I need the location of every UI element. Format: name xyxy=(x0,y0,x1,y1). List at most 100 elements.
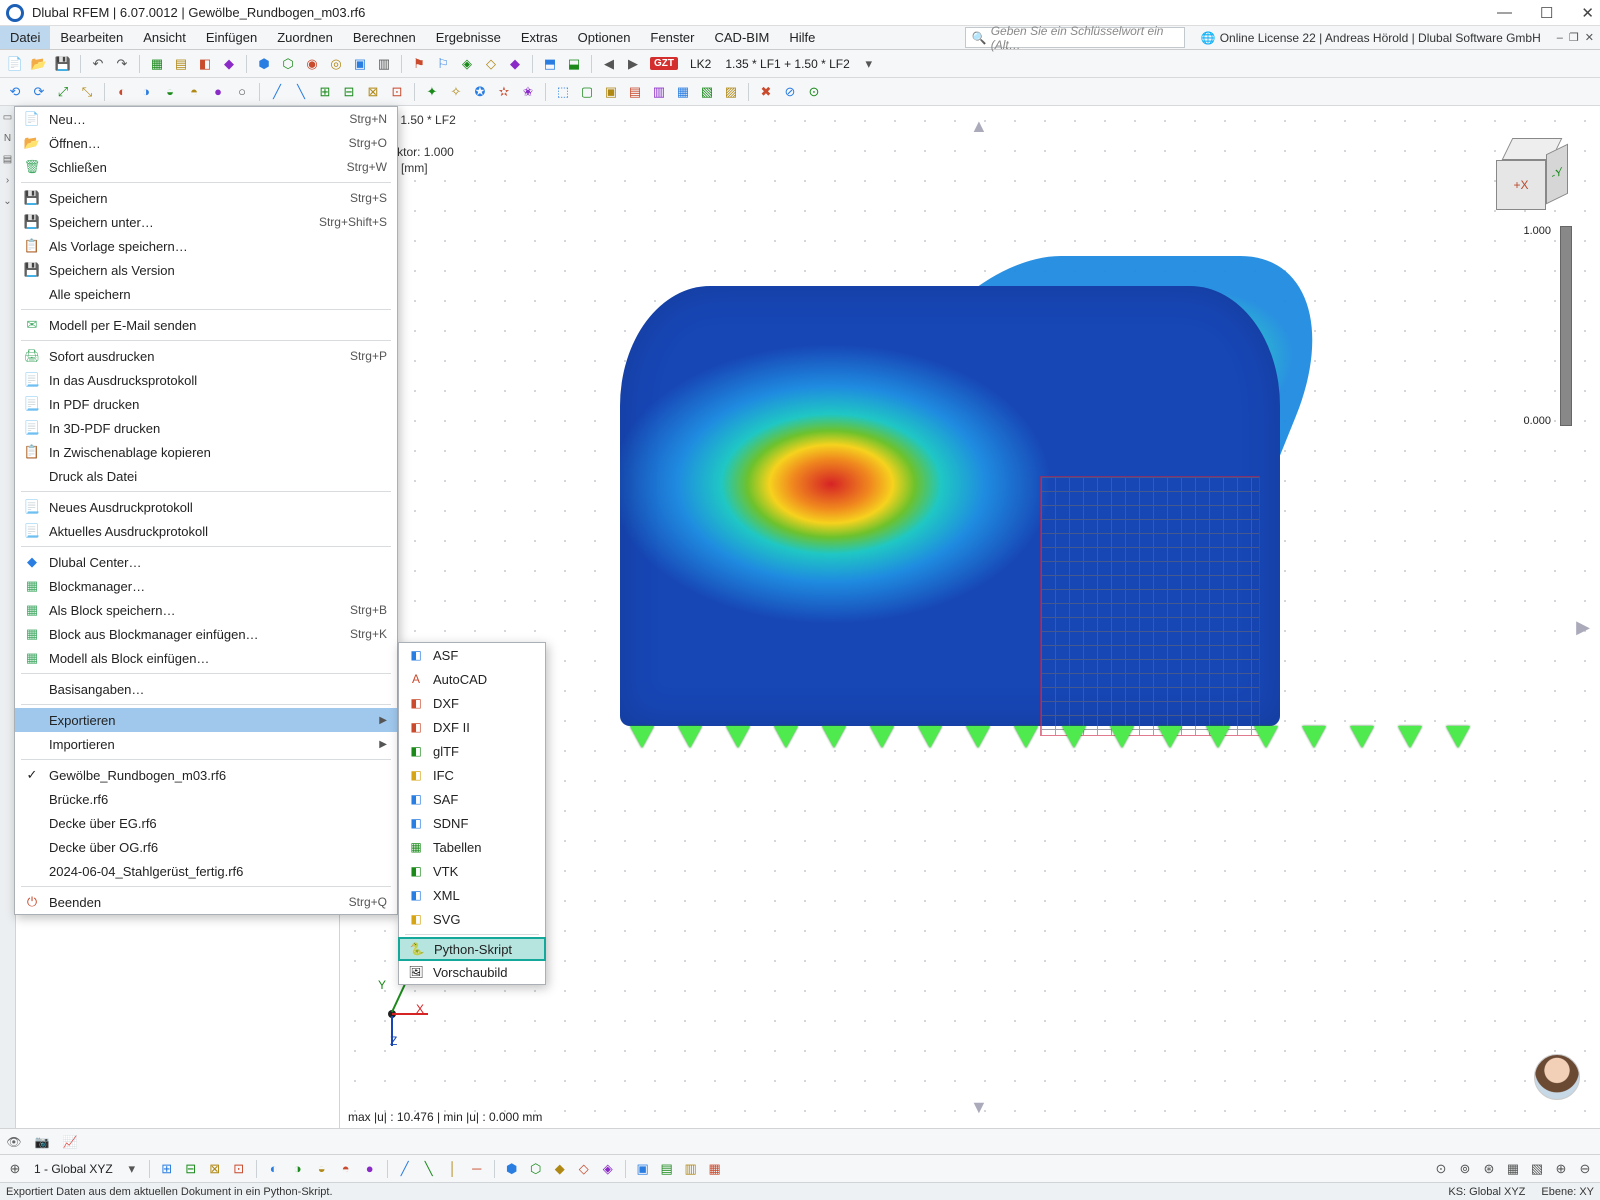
chevron-down-icon[interactable]: ▾ xyxy=(121,1158,143,1180)
toolbar-icon[interactable]: ⊡ xyxy=(386,81,408,103)
toolbar-icon[interactable]: ▤ xyxy=(656,1158,678,1180)
toolbar-icon[interactable]: ⊙ xyxy=(1430,1158,1452,1180)
file-menu-item[interactable]: ◆Dlubal Center… xyxy=(15,550,397,574)
toolbar-icon[interactable]: ▤ xyxy=(170,53,192,75)
toolbar-icon[interactable]: ○ xyxy=(231,81,253,103)
toolbar-icon[interactable]: 📄 xyxy=(4,53,26,75)
toolbar-icon[interactable]: ▧ xyxy=(696,81,718,103)
toolbar-icon[interactable]: ▦ xyxy=(146,53,168,75)
file-menu-item[interactable]: 💾Speichern unter…Strg+Shift+S xyxy=(15,210,397,234)
menu-item-hilfe[interactable]: Hilfe xyxy=(779,26,825,49)
coord-system-icon[interactable]: ⊕ xyxy=(4,1158,26,1180)
toolbar-icon[interactable]: ⤡ xyxy=(76,81,98,103)
toolbar-icon[interactable]: ⊠ xyxy=(362,81,384,103)
export-submenu[interactable]: ◧ASFAAutoCAD◧DXF◧DXF II◧glTF◧IFC◧SAF◧SDN… xyxy=(398,642,546,985)
toolbar-icon[interactable]: ✬ xyxy=(517,81,539,103)
toolbar-icon[interactable]: ⊠ xyxy=(204,1158,226,1180)
menu-item-cad-bim[interactable]: CAD-BIM xyxy=(705,26,780,49)
toolbar-icon[interactable]: ⚐ xyxy=(432,53,454,75)
export-option-ifc[interactable]: ◧IFC xyxy=(399,763,545,787)
toolbar-icon[interactable]: ✫ xyxy=(493,81,515,103)
toolbar-icon[interactable]: ⊟ xyxy=(180,1158,202,1180)
toolbar-icon[interactable]: ⚑ xyxy=(408,53,430,75)
menu-item-zuordnen[interactable]: Zuordnen xyxy=(267,26,343,49)
toolbar-icon[interactable]: ⤢ xyxy=(52,81,74,103)
toolbar-icon[interactable]: ◐ xyxy=(111,81,133,103)
toolbar-icon[interactable]: ◈ xyxy=(597,1158,619,1180)
toolbar-icon[interactable]: ◑ xyxy=(287,1158,309,1180)
toolbar-icon[interactable]: ╱ xyxy=(266,81,288,103)
tab-graph-icon[interactable]: 📈 xyxy=(56,1135,84,1149)
file-menu-item[interactable]: 📃In 3D-PDF drucken xyxy=(15,416,397,440)
file-menu-item[interactable]: Importieren▶ xyxy=(15,732,397,756)
export-option-tabellen[interactable]: ▦Tabellen xyxy=(399,835,545,859)
toolbar-icon[interactable]: ◓ xyxy=(335,1158,357,1180)
tab-views-icon[interactable]: 👁 xyxy=(0,1135,28,1149)
mdi-restore-button[interactable]: ❐ xyxy=(1569,31,1579,44)
toolbar-icon[interactable]: ⬡ xyxy=(277,53,299,75)
toolbar-icon[interactable]: ⊖ xyxy=(1574,1158,1596,1180)
menu-item-ergebnisse[interactable]: Ergebnisse xyxy=(426,26,511,49)
export-option-autocad[interactable]: AAutoCAD xyxy=(399,667,545,691)
window-maximize-button[interactable]: ☐ xyxy=(1540,4,1553,22)
toolbar-icon[interactable]: ▶ xyxy=(622,53,644,75)
file-menu-item[interactable]: ✓Gewölbe_Rundbogen_m03.rf6 xyxy=(15,763,397,787)
file-menu-item[interactable]: ▦Blockmanager… xyxy=(15,574,397,598)
export-option-xml[interactable]: ◧XML xyxy=(399,883,545,907)
toolbar-icon[interactable]: ◒ xyxy=(159,81,181,103)
toolbar-icon[interactable]: ↷ xyxy=(111,53,133,75)
toolbar-icon[interactable]: ◇ xyxy=(573,1158,595,1180)
file-menu-item[interactable]: Exportieren▶ xyxy=(15,708,397,732)
file-menu-item[interactable]: ✉Modell per E-Mail senden xyxy=(15,313,397,337)
side-strip-item[interactable]: N xyxy=(4,133,11,144)
export-option-vtk[interactable]: ◧VTK xyxy=(399,859,545,883)
file-menu-item[interactable]: ▦Modell als Block einfügen… xyxy=(15,646,397,670)
menu-item-extras[interactable]: Extras xyxy=(511,26,568,49)
menu-item-datei[interactable]: Datei xyxy=(0,26,50,49)
nav-arrow-icon[interactable]: ▶ xyxy=(1576,617,1590,638)
side-strip-item[interactable]: ▤ xyxy=(3,154,12,165)
toolbar-icon[interactable]: ▥ xyxy=(648,81,670,103)
file-menu-item[interactable]: 📃In das Ausdrucksprotokoll xyxy=(15,368,397,392)
menu-item-bearbeiten[interactable]: Bearbeiten xyxy=(50,26,133,49)
toolbar-icon[interactable]: ▧ xyxy=(1526,1158,1548,1180)
file-menu-item[interactable]: 📃Neues Ausdruckprotokoll xyxy=(15,495,397,519)
side-strip-item[interactable]: ⌄ xyxy=(3,196,11,207)
toolbar-icon[interactable]: ⬒ xyxy=(539,53,561,75)
export-option-svg[interactable]: ◧SVG xyxy=(399,907,545,931)
side-strip-item[interactable]: ▭ xyxy=(3,112,12,123)
file-menu-item[interactable]: 🖨Sofort ausdruckenStrg+P xyxy=(15,344,397,368)
toolbar-icon[interactable]: 💾 xyxy=(52,53,74,75)
file-menu-item[interactable]: Decke über OG.rf6 xyxy=(15,835,397,859)
toolbar-icon[interactable]: ⊞ xyxy=(156,1158,178,1180)
toolbar-icon[interactable]: ◒ xyxy=(311,1158,333,1180)
toolbar-icon[interactable]: ◇ xyxy=(480,53,502,75)
window-close-button[interactable]: ✕ xyxy=(1581,4,1594,22)
toolbar-icon[interactable]: ● xyxy=(359,1158,381,1180)
file-menu-item[interactable]: 2024-06-04_Stahlgerüst_fertig.rf6 xyxy=(15,859,397,883)
toolbar-icon[interactable]: ◆ xyxy=(504,53,526,75)
toolbar-icon[interactable]: ◓ xyxy=(183,81,205,103)
tab-camera-icon[interactable]: 📷 xyxy=(28,1135,56,1149)
file-menu-item[interactable]: 📄Neu…Strg+N xyxy=(15,107,397,131)
toolbar-icon[interactable]: ◐ xyxy=(263,1158,285,1180)
toolbar-icon[interactable]: ▦ xyxy=(672,81,694,103)
side-strip-item[interactable]: › xyxy=(6,175,9,186)
file-menu-item[interactable]: ▦Block aus Blockmanager einfügen…Strg+K xyxy=(15,622,397,646)
toolbar-icon[interactable]: │ xyxy=(442,1158,464,1180)
toolbar-icon[interactable]: ◆ xyxy=(218,53,240,75)
file-menu-item[interactable]: ▦Als Block speichern…Strg+B xyxy=(15,598,397,622)
toolbar-icon[interactable]: ✪ xyxy=(469,81,491,103)
mdi-close-button[interactable]: ✕ xyxy=(1585,31,1594,44)
menu-item-einfügen[interactable]: Einfügen xyxy=(196,26,267,49)
toolbar-icon[interactable]: ⊕ xyxy=(1550,1158,1572,1180)
toolbar-icon[interactable]: ▤ xyxy=(624,81,646,103)
nav-arrow-icon[interactable]: ▲ xyxy=(970,116,988,137)
mdi-minimize-button[interactable]: – xyxy=(1557,32,1563,44)
file-menu-item[interactable]: Decke über EG.rf6 xyxy=(15,811,397,835)
export-option-gltf[interactable]: ◧glTF xyxy=(399,739,545,763)
toolbar-icon[interactable]: ⬡ xyxy=(525,1158,547,1180)
file-menu-item[interactable]: 🗑SchließenStrg+W xyxy=(15,155,397,179)
toolbar-icon[interactable]: ▣ xyxy=(632,1158,654,1180)
export-option-saf[interactable]: ◧SAF xyxy=(399,787,545,811)
